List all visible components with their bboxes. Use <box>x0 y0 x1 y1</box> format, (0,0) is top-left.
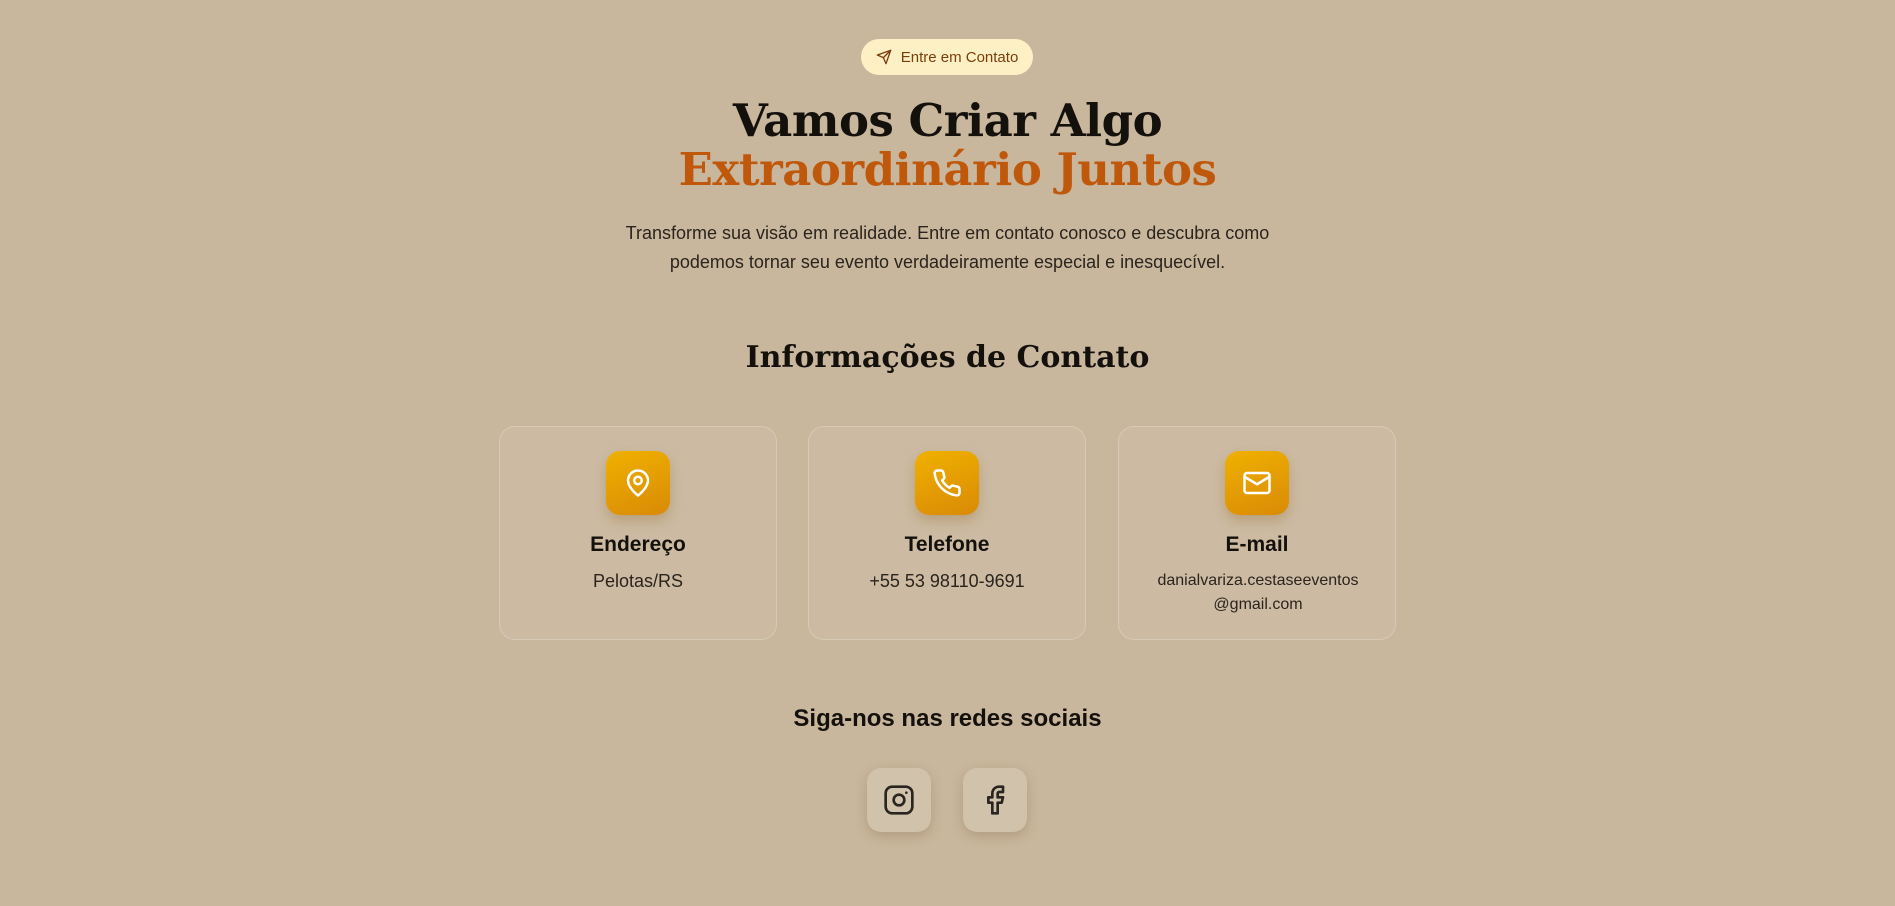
email-title: E-mail <box>1225 533 1289 556</box>
map-pin-icon <box>626 469 650 497</box>
hero-title-line1: Vamos Criar Algo <box>732 94 1163 147</box>
contact-info-heading: Informações de Contato <box>745 340 1150 375</box>
address-value: Pelotas/RS <box>592 571 684 591</box>
phone-icon-box <box>915 451 979 515</box>
address-card: Endereço Pelotas/RS <box>499 426 777 640</box>
contact-section: Entre em Contato Vamos Criar Algo Extrao… <box>0 0 1895 906</box>
send-icon <box>876 49 892 65</box>
email-value[interactable]: danialvariza.cestaseeventos@gmail.com <box>1153 569 1363 617</box>
contact-badge[interactable]: Entre em Contato <box>861 39 1033 75</box>
phone-icon <box>933 469 961 497</box>
badge-label: Entre em Contato <box>900 48 1019 66</box>
hero-title-line2: Extraordinário Juntos <box>678 143 1217 196</box>
address-icon-box <box>606 451 670 515</box>
social-heading: Siga-nos nas redes sociais <box>793 705 1102 732</box>
phone-card: Telefone +55 53 98110-9691 <box>808 426 1086 640</box>
mail-icon <box>1243 471 1271 495</box>
email-card: E-mail danialvariza.cestaseeventos@gmail… <box>1118 426 1396 640</box>
email-icon-box <box>1225 451 1289 515</box>
phone-value[interactable]: +55 53 98110-9691 <box>809 571 1085 592</box>
instagram-button[interactable] <box>867 768 931 832</box>
facebook-button[interactable] <box>963 768 1027 832</box>
address-title: Endereço <box>590 533 686 556</box>
hero-title: Vamos Criar Algo Extraordinário Juntos <box>0 96 1895 194</box>
facebook-icon <box>987 785 1005 815</box>
phone-title: Telefone <box>904 533 990 556</box>
instagram-icon <box>884 785 914 815</box>
hero-subtitle: Transforme sua visão em realidade. Entre… <box>625 223 1270 272</box>
